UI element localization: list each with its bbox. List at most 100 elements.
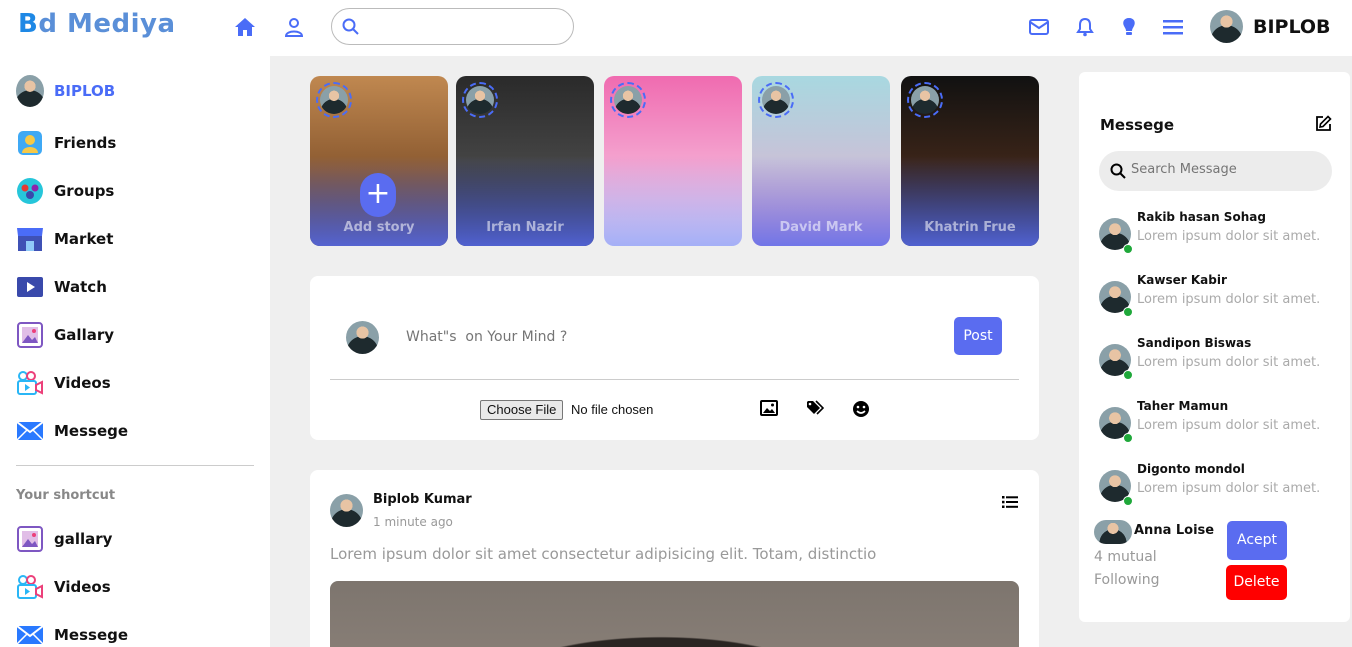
shortcut-label: Messege bbox=[54, 626, 129, 644]
online-indicator bbox=[1123, 370, 1133, 380]
sidebar-item-label: Groups bbox=[54, 182, 115, 200]
avatar bbox=[1210, 10, 1243, 43]
sidebar-profile[interactable]: BIPLOB bbox=[16, 75, 116, 107]
header-user[interactable]: BIPLOB bbox=[1210, 10, 1331, 43]
file-status: No file chosen bbox=[571, 402, 654, 417]
create-post-card: Post Choose File No file chosen bbox=[310, 276, 1039, 440]
contact-name: Sandipon Biswas bbox=[1137, 336, 1252, 350]
videos-icon bbox=[16, 573, 44, 601]
contact-preview: Lorem ipsum dolor sit amet. bbox=[1137, 481, 1321, 496]
story-avatar-ring bbox=[758, 82, 794, 118]
shortcut-gallery[interactable]: gallary bbox=[16, 524, 112, 554]
sidebar-divider bbox=[16, 465, 254, 466]
sidebar-item-videos[interactable]: Videos bbox=[16, 368, 111, 398]
contact-name: Kawser Kabir bbox=[1137, 273, 1227, 287]
groups-icon bbox=[16, 177, 44, 205]
shortcut-message[interactable]: Messege bbox=[16, 620, 128, 647]
message-icon bbox=[16, 417, 44, 445]
mail-icon[interactable] bbox=[1028, 16, 1050, 38]
header-search[interactable] bbox=[331, 8, 574, 45]
online-indicator bbox=[1123, 496, 1133, 506]
top-bar: Bd Mediya BIPLOB bbox=[0, 0, 1352, 56]
avatar bbox=[16, 75, 44, 107]
contact-preview: Lorem ipsum dolor sit amet. bbox=[1137, 229, 1321, 244]
request-mutual: 4 mutual bbox=[1094, 549, 1157, 565]
avatar bbox=[911, 86, 939, 114]
online-indicator bbox=[1123, 244, 1133, 254]
story-card[interactable]: Irfan Nazir bbox=[456, 76, 594, 246]
story-add[interactable]: + Add story bbox=[310, 76, 448, 246]
avatar bbox=[1094, 520, 1132, 544]
emoji-icon[interactable] bbox=[852, 400, 870, 418]
post-input[interactable] bbox=[406, 329, 906, 345]
add-story-button[interactable]: + bbox=[360, 173, 396, 217]
user-icon[interactable] bbox=[283, 16, 305, 38]
online-indicator bbox=[1123, 307, 1133, 317]
left-sidebar: BIPLOB Friends Groups Market Watch Galla… bbox=[0, 56, 270, 647]
avatar bbox=[762, 86, 790, 114]
avatar bbox=[330, 494, 363, 527]
story-name: Add story bbox=[343, 220, 415, 235]
search-icon bbox=[342, 18, 359, 39]
contact-preview: Lorem ipsum dolor sit amet. bbox=[1137, 292, 1321, 307]
story-card[interactable]: David Mark bbox=[752, 76, 890, 246]
request-following: Following bbox=[1094, 572, 1160, 588]
sidebar-item-friends[interactable]: Friends bbox=[16, 128, 116, 158]
contact-item[interactable]: Rakib hasan Sohag Lorem ipsum dolor sit … bbox=[1099, 210, 1349, 260]
list-menu-icon[interactable] bbox=[1002, 494, 1018, 513]
sidebar-item-watch[interactable]: Watch bbox=[16, 272, 107, 302]
contact-item[interactable]: Sandipon Biswas Lorem ipsum dolor sit am… bbox=[1099, 336, 1349, 386]
bell-icon[interactable] bbox=[1074, 16, 1096, 38]
image-icon[interactable] bbox=[760, 400, 778, 418]
post-button[interactable]: Post bbox=[954, 317, 1002, 355]
message-search-input[interactable] bbox=[1131, 162, 1321, 177]
app-logo[interactable]: Bd Mediya bbox=[18, 9, 176, 39]
contact-item[interactable]: Taher Mamun Lorem ipsum dolor sit amet. bbox=[1099, 399, 1349, 449]
contact-preview: Lorem ipsum dolor sit amet. bbox=[1137, 355, 1321, 370]
message-search[interactable] bbox=[1099, 151, 1332, 191]
sidebar-profile-name: BIPLOB bbox=[54, 82, 116, 100]
contact-preview: Lorem ipsum dolor sit amet. bbox=[1137, 418, 1321, 433]
contact-name: Digonto mondol bbox=[1137, 462, 1245, 476]
sidebar-item-label: Friends bbox=[54, 134, 117, 152]
home-icon[interactable] bbox=[234, 16, 256, 38]
edit-icon[interactable] bbox=[1315, 115, 1332, 136]
tag-icon[interactable] bbox=[806, 400, 825, 418]
videos-icon bbox=[16, 369, 44, 397]
story-avatar-ring bbox=[907, 82, 943, 118]
bulb-icon[interactable] bbox=[1118, 16, 1140, 38]
menu-icon[interactable] bbox=[1162, 16, 1184, 38]
story-name: Irfan Nazir bbox=[486, 220, 564, 235]
delete-button[interactable]: Delete bbox=[1226, 565, 1287, 600]
sidebar-item-gallery[interactable]: Gallary bbox=[16, 320, 114, 350]
post-author[interactable]: Biplob Kumar bbox=[373, 492, 472, 507]
search-icon bbox=[1110, 163, 1126, 183]
story-avatar-ring bbox=[462, 82, 498, 118]
contact-item[interactable]: Kawser Kabir Lorem ipsum dolor sit amet. bbox=[1099, 273, 1349, 323]
shortcut-label: gallary bbox=[54, 530, 113, 548]
sidebar-item-message[interactable]: Messege bbox=[16, 416, 128, 446]
story-card[interactable] bbox=[604, 76, 742, 246]
friends-icon bbox=[16, 129, 44, 157]
avatar bbox=[320, 86, 348, 114]
contact-item[interactable]: Digonto mondol Lorem ipsum dolor sit ame… bbox=[1099, 462, 1349, 512]
shortcut-title: Your shortcut bbox=[16, 488, 116, 503]
sidebar-item-market[interactable]: Market bbox=[16, 224, 113, 254]
header-user-name: BIPLOB bbox=[1253, 15, 1331, 38]
feed-post: Biplob Kumar 1 minute ago Lorem ipsum do… bbox=[310, 470, 1039, 647]
avatar bbox=[346, 321, 379, 354]
accept-button[interactable]: Acept bbox=[1227, 521, 1287, 560]
request-name[interactable]: Anna Loise bbox=[1134, 523, 1214, 538]
post-text: Lorem ipsum dolor sit amet consectetur a… bbox=[330, 545, 877, 563]
avatar bbox=[614, 86, 642, 114]
market-icon bbox=[16, 225, 44, 253]
gallery-icon bbox=[16, 321, 44, 349]
sidebar-item-groups[interactable]: Groups bbox=[16, 176, 114, 206]
post-photo[interactable] bbox=[330, 581, 1019, 647]
choose-file-button[interactable]: Choose File bbox=[480, 400, 564, 420]
gallery-icon bbox=[16, 525, 44, 553]
shortcut-videos[interactable]: Videos bbox=[16, 572, 111, 602]
header-search-input[interactable] bbox=[368, 17, 563, 37]
story-card[interactable]: Khatrin Frue bbox=[901, 76, 1039, 246]
story-name: Khatrin Frue bbox=[924, 220, 1016, 235]
